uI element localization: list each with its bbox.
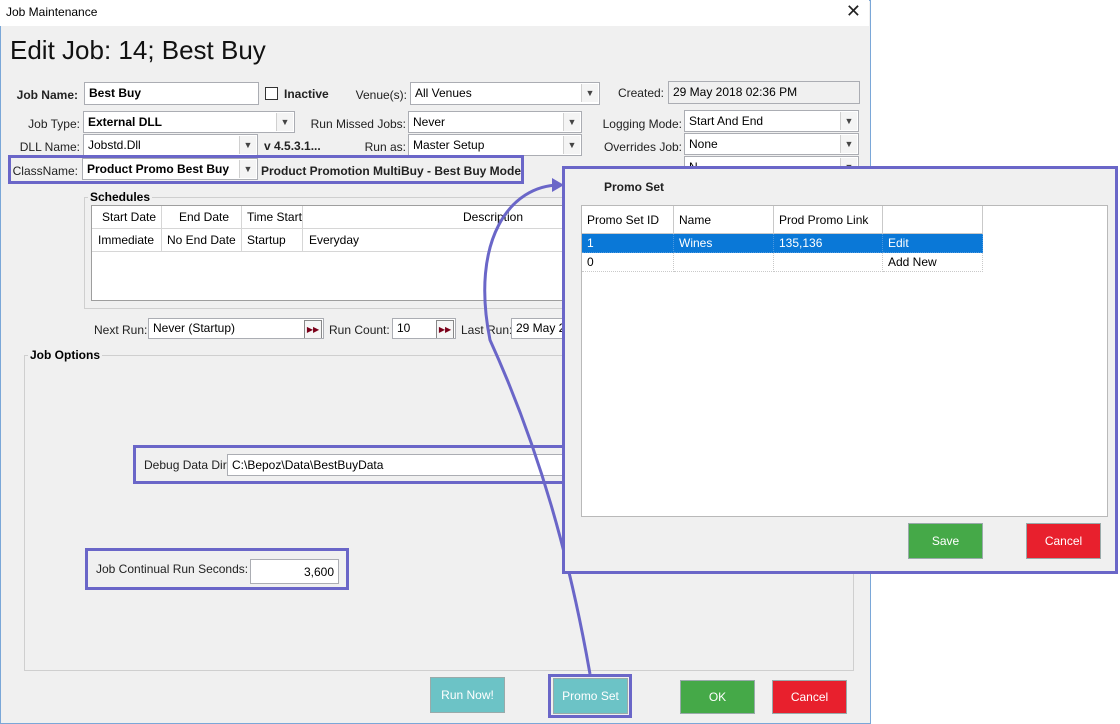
dll-name-select[interactable]: Jobstd.Dll ▼	[83, 134, 258, 156]
promo-col-name[interactable]: Name	[674, 206, 774, 234]
chevron-down-icon[interactable]: ▼	[239, 136, 256, 154]
promo-add-new-link[interactable]: Add New	[883, 253, 983, 272]
inactive-checkbox[interactable]	[265, 87, 278, 100]
table-row[interactable]: 0 Add New	[582, 253, 983, 272]
title-bar: Job Maintenance ✕	[0, 0, 869, 26]
chevron-down-icon[interactable]: ▼	[840, 112, 857, 130]
job-name-input[interactable]: Best Buy	[84, 82, 259, 105]
schedules-col-end-date[interactable]: End Date	[179, 210, 229, 224]
schedules-label: Schedules	[88, 190, 153, 204]
promo-edit-link[interactable]: Edit	[883, 234, 983, 253]
run-as-select[interactable]: Master Setup ▼	[408, 134, 582, 156]
fast-forward-icon[interactable]: ▶▶	[304, 320, 322, 338]
job-type-select[interactable]: External DLL ▼	[83, 111, 295, 133]
debug-data-dir-input[interactable]: C:\Bepoz\Data\BestBuyData	[227, 454, 565, 476]
run-missed-label: Run Missed Jobs:	[310, 117, 406, 131]
page-title: Edit Job: 14; Best Buy	[10, 35, 266, 65]
table-row[interactable]: Immediate	[98, 233, 154, 247]
promo-set-button[interactable]: Promo Set	[553, 678, 628, 714]
window-title: Job Maintenance	[6, 5, 98, 19]
job-type-label: Job Type:	[28, 117, 80, 131]
logging-mode-value: Start And End	[689, 114, 764, 128]
last-run-label: Last Run:	[461, 323, 513, 337]
overrides-job-value: None	[689, 137, 718, 151]
next-run-field[interactable]: Never (Startup) ▶▶	[148, 318, 324, 339]
table-cell[interactable]: Startup	[247, 233, 286, 247]
promo-cell-name[interactable]: Wines	[674, 234, 774, 253]
run-missed-select[interactable]: Never ▼	[408, 111, 582, 133]
schedules-col-description[interactable]: Description	[463, 210, 523, 224]
last-run-field[interactable]: 29 May 2	[511, 318, 567, 339]
fast-forward-icon[interactable]: ▶▶	[436, 320, 454, 338]
chevron-down-icon[interactable]: ▼	[563, 136, 580, 154]
classname-label: ClassName:	[12, 164, 78, 178]
close-icon[interactable]: ✕	[846, 1, 861, 22]
chevron-down-icon[interactable]: ▼	[239, 160, 256, 178]
classname-description: Product Promotion MultiBuy - Best Buy Mo…	[261, 164, 521, 178]
job-name-label: Job Name:	[16, 88, 78, 102]
run-count-label: Run Count:	[329, 323, 390, 337]
run-count-value: 10	[397, 321, 411, 335]
created-label: Created:	[617, 86, 664, 100]
promo-cell-link[interactable]	[774, 253, 883, 272]
dll-name-value: Jobstd.Dll	[88, 138, 141, 152]
venues-select[interactable]: All Venues ▼	[410, 82, 600, 105]
table-row[interactable]: 1 Wines 135,136 Edit	[582, 234, 983, 253]
classname-select[interactable]: Product Promo Best Buy ▼	[82, 158, 258, 180]
schedules-col-time-start[interactable]: Time Start	[247, 210, 302, 224]
promo-cell-id[interactable]: 0	[582, 253, 674, 272]
job-type-value: External DLL	[88, 115, 163, 129]
run-missed-value: Never	[413, 115, 446, 129]
promo-cell-name[interactable]	[674, 253, 774, 272]
promo-set-title: Promo Set	[604, 180, 665, 194]
next-run-value: Never (Startup)	[153, 321, 236, 335]
run-as-label: Run as:	[364, 140, 406, 154]
next-run-label: Next Run:	[94, 323, 148, 337]
continual-run-label: Job Continual Run Seconds:	[96, 562, 249, 576]
schedules-col-start-date[interactable]: Start Date	[102, 210, 156, 224]
dll-name-label: DLL Name:	[19, 140, 80, 154]
inactive-label: Inactive	[284, 87, 329, 101]
cancel-button[interactable]: Cancel	[772, 680, 847, 714]
run-now-button[interactable]: Run Now!	[430, 677, 505, 713]
ok-button[interactable]: OK	[680, 680, 755, 714]
overrides-job-label: Overrides Job:	[603, 140, 682, 154]
promo-cell-link[interactable]: 135,136	[774, 234, 883, 253]
run-as-value: Master Setup	[413, 138, 485, 152]
promo-col-id[interactable]: Promo Set ID	[582, 206, 674, 234]
chevron-down-icon[interactable]: ▼	[563, 113, 580, 131]
table-cell[interactable]: Everyday	[309, 233, 359, 247]
continual-run-input[interactable]: 3,600	[250, 559, 339, 584]
run-count-field[interactable]: 10 ▶▶	[392, 318, 456, 339]
table-cell[interactable]: No End Date	[167, 233, 236, 247]
overrides-job-select[interactable]: None ▼	[684, 133, 859, 155]
promo-col-action	[883, 206, 983, 234]
venues-label: Venue(s):	[355, 88, 407, 102]
promo-save-button[interactable]: Save	[908, 523, 983, 559]
chevron-down-icon[interactable]: ▼	[276, 113, 293, 131]
dll-version: v 4.5.3.1...	[264, 139, 321, 153]
schedules-grid: Start Date End Date Time Start Descripti…	[91, 205, 572, 301]
promo-set-grid: Promo Set ID Name Prod Promo Link 1 Wine…	[581, 205, 1108, 517]
debug-data-dir-label: Debug Data Dir	[144, 458, 227, 472]
logging-mode-select[interactable]: Start And End ▼	[684, 110, 859, 132]
chevron-down-icon[interactable]: ▼	[581, 84, 598, 102]
logging-mode-label: Logging Mode:	[602, 117, 682, 131]
created-value: 29 May 2018 02:36 PM	[668, 81, 860, 104]
classname-value: Product Promo Best Buy	[87, 162, 230, 176]
promo-cancel-button[interactable]: Cancel	[1026, 523, 1101, 559]
venues-value: All Venues	[415, 86, 472, 100]
promo-col-link[interactable]: Prod Promo Link	[774, 206, 883, 234]
chevron-down-icon[interactable]: ▼	[840, 135, 857, 153]
promo-cell-id[interactable]: 1	[582, 234, 674, 253]
job-options-label: Job Options	[28, 348, 102, 362]
